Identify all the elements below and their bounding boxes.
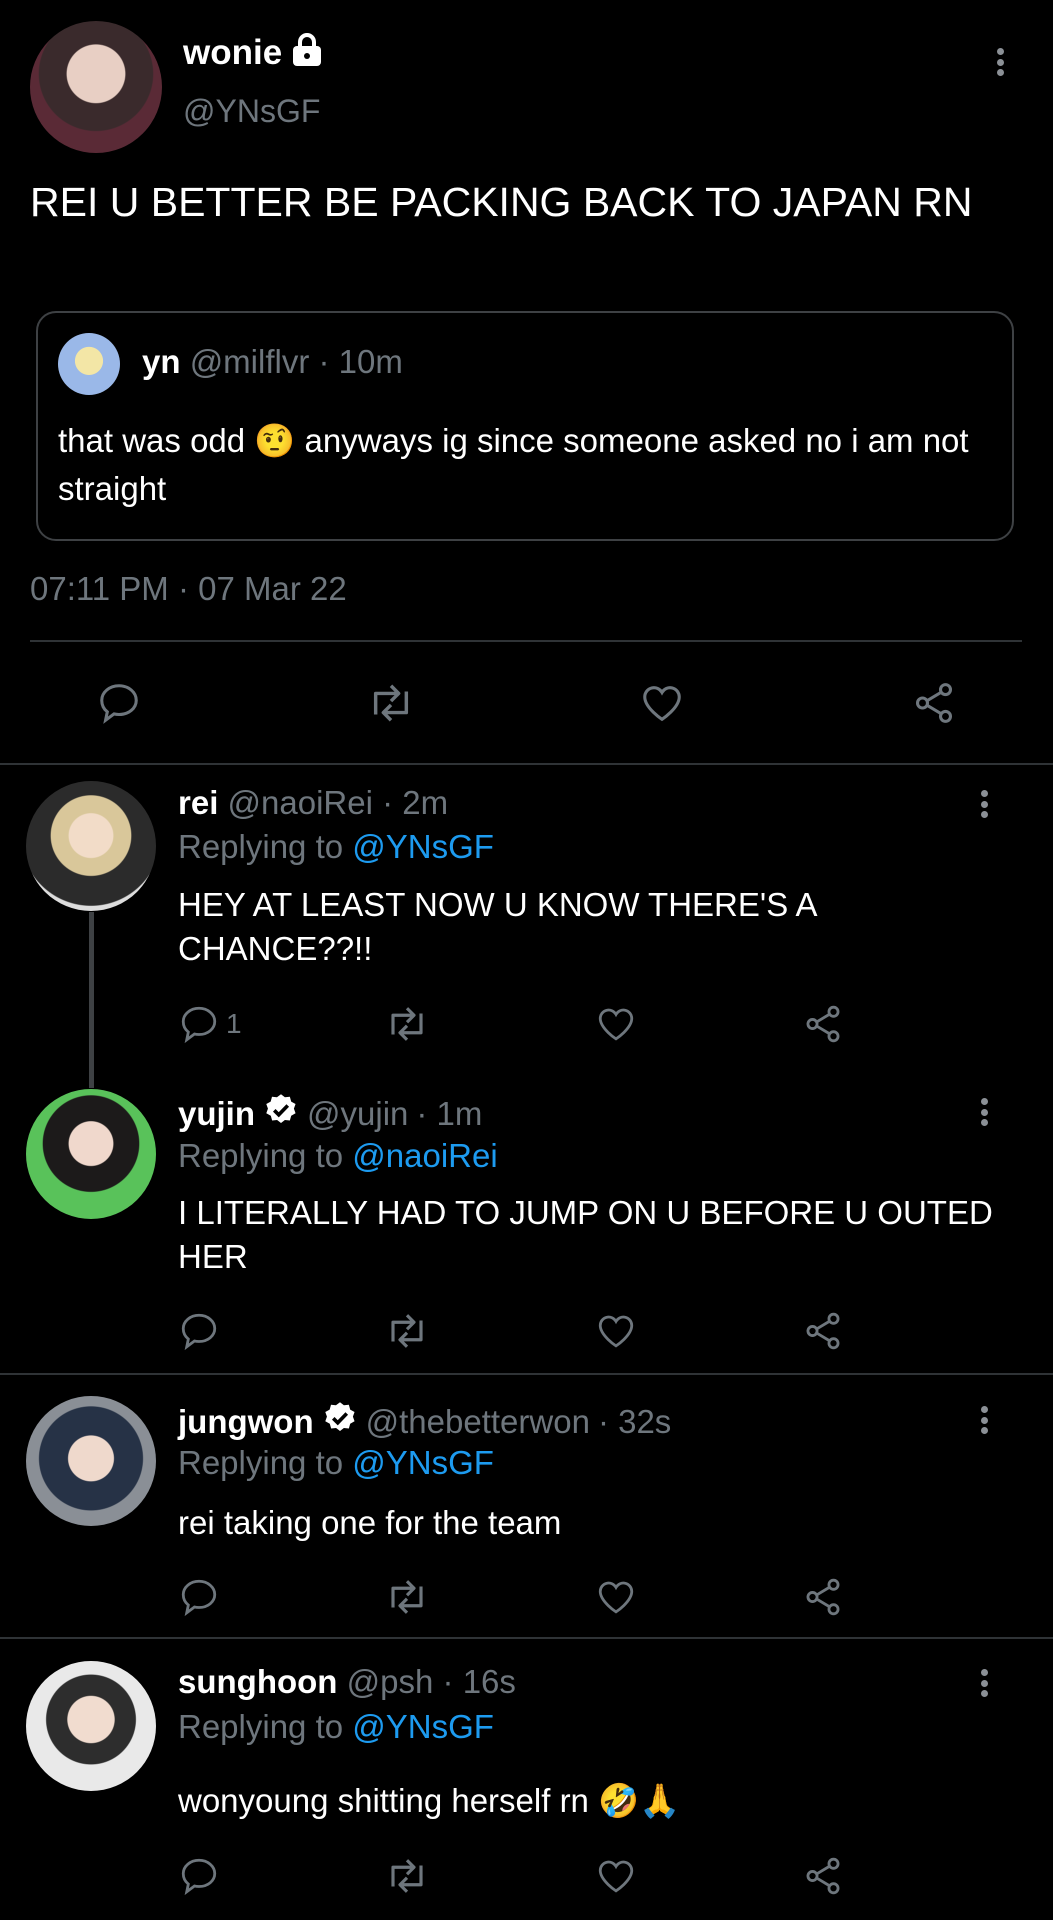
avatar-wonie[interactable] — [30, 21, 162, 153]
reply-handle[interactable]: @naoiRei — [228, 784, 373, 821]
replying-to: Replying to @YNsGF — [178, 828, 494, 866]
quoted-handle: @milflvr — [189, 343, 310, 380]
divider — [0, 763, 1053, 765]
share-icon[interactable] — [801, 1576, 845, 1618]
replying-to-link[interactable]: @YNsGF — [352, 1708, 494, 1745]
replying-to-link[interactable]: @YNsGF — [352, 828, 494, 865]
replying-prefix: Replying to — [178, 1444, 344, 1481]
quoted-author-line: yn @milflvr · 10m — [142, 343, 403, 381]
replying-to: Replying to @naoiRei — [178, 1137, 498, 1175]
more-options-icon[interactable] — [974, 1092, 994, 1132]
reply-text: I LITERALLY HAD TO JUMP ON U BEFORE U OU… — [178, 1194, 993, 1275]
retweet-icon[interactable] — [382, 1310, 432, 1352]
replying-prefix: Replying to — [178, 1708, 344, 1745]
more-options-icon[interactable] — [974, 1400, 994, 1440]
replying-to: Replying to @YNsGF — [178, 1708, 494, 1746]
reply-handle[interactable]: @thebetterwon — [366, 1403, 590, 1441]
reply-icon[interactable] — [178, 1310, 220, 1352]
reply-icon[interactable] — [178, 1576, 220, 1618]
reply-count: 1 — [226, 1008, 242, 1039]
retweet-icon[interactable] — [382, 1855, 432, 1897]
share-icon[interactable] — [801, 1003, 845, 1045]
reply-time: · 2m — [382, 784, 449, 821]
reply-handle[interactable]: @psh — [347, 1663, 434, 1700]
share-icon[interactable] — [801, 1310, 845, 1352]
replying-to-link[interactable]: @YNsGF — [352, 1444, 494, 1481]
reply-time: · 1m — [416, 1095, 483, 1132]
reply-button[interactable]: 1 — [178, 1003, 242, 1045]
quoted-text: that was odd 🤨 anyways ig since someone … — [58, 422, 969, 507]
quoted-time: · 10m — [318, 343, 403, 380]
replying-to-link[interactable]: @naoiRei — [352, 1137, 497, 1174]
more-options-icon[interactable] — [974, 784, 994, 824]
reply-icon[interactable] — [178, 1855, 220, 1897]
more-options-icon[interactable] — [974, 1663, 994, 1703]
retweet-icon[interactable] — [382, 1576, 432, 1618]
verified-badge-icon — [322, 1400, 358, 1444]
replying-to: Replying to @YNsGF — [178, 1444, 494, 1482]
author-line: wonie — [183, 32, 324, 73]
divider — [0, 1637, 1053, 1639]
retweet-icon[interactable] — [382, 1003, 432, 1045]
share-icon[interactable] — [910, 680, 958, 726]
reply-icon[interactable] — [96, 680, 142, 726]
quoted-tweet[interactable]: yn @milflvr · 10m that was odd 🤨 anyways… — [36, 311, 1014, 541]
reply-text: rei taking one for the team — [178, 1504, 562, 1541]
avatar-rei[interactable] — [26, 781, 156, 911]
divider — [30, 640, 1022, 642]
like-icon[interactable] — [594, 1310, 638, 1352]
avatar-yn — [58, 333, 120, 395]
lock-icon — [290, 32, 324, 73]
reply-author-line: jungwon @thebetterwon · 32s — [178, 1400, 671, 1444]
reply-handle[interactable]: @yujin — [307, 1095, 408, 1133]
reply-author-line: sunghoon @psh · 16s — [178, 1663, 516, 1701]
reply-text: HEY AT LEAST NOW U KNOW THERE'S A CHANCE… — [178, 886, 816, 967]
thread-line — [89, 912, 94, 1088]
reply-display-name[interactable]: rei — [178, 784, 218, 821]
reply-time: · 16s — [442, 1663, 516, 1700]
reply-display-name[interactable]: yujin — [178, 1095, 255, 1133]
tweet-text: REI U BETTER BE PACKING BACK TO JAPAN RN — [30, 179, 973, 225]
reply-display-name[interactable]: jungwon — [178, 1403, 314, 1441]
replying-prefix: Replying to — [178, 828, 344, 865]
display-name[interactable]: wonie — [183, 33, 282, 73]
reply-time: · 32s — [597, 1403, 672, 1440]
retweet-icon[interactable] — [364, 680, 418, 726]
avatar-jungwon[interactable] — [26, 1396, 156, 1526]
like-icon[interactable] — [594, 1003, 638, 1045]
tweet-timestamp: 07:11 PM · 07 Mar 22 — [30, 570, 347, 607]
share-icon[interactable] — [801, 1855, 845, 1897]
like-icon[interactable] — [638, 680, 686, 726]
quoted-display-name: yn — [142, 343, 181, 380]
reply-icon[interactable] — [178, 1003, 220, 1045]
avatar-yujin[interactable] — [26, 1089, 156, 1219]
handle[interactable]: @YNsGF — [183, 93, 320, 130]
reply-text: wonyoung shitting herself rn 🤣🙏 — [178, 1782, 681, 1819]
replying-prefix: Replying to — [178, 1137, 344, 1174]
reply-display-name[interactable]: sunghoon — [178, 1663, 337, 1700]
reply-author-line: rei @naoiRei · 2m — [178, 784, 448, 822]
like-icon[interactable] — [594, 1576, 638, 1618]
divider — [0, 1373, 1053, 1375]
reply-author-line: yujin @yujin · 1m — [178, 1092, 482, 1136]
avatar-sunghoon[interactable] — [26, 1661, 156, 1791]
more-options-icon[interactable] — [990, 42, 1010, 82]
like-icon[interactable] — [594, 1855, 638, 1897]
verified-badge-icon — [263, 1092, 299, 1136]
